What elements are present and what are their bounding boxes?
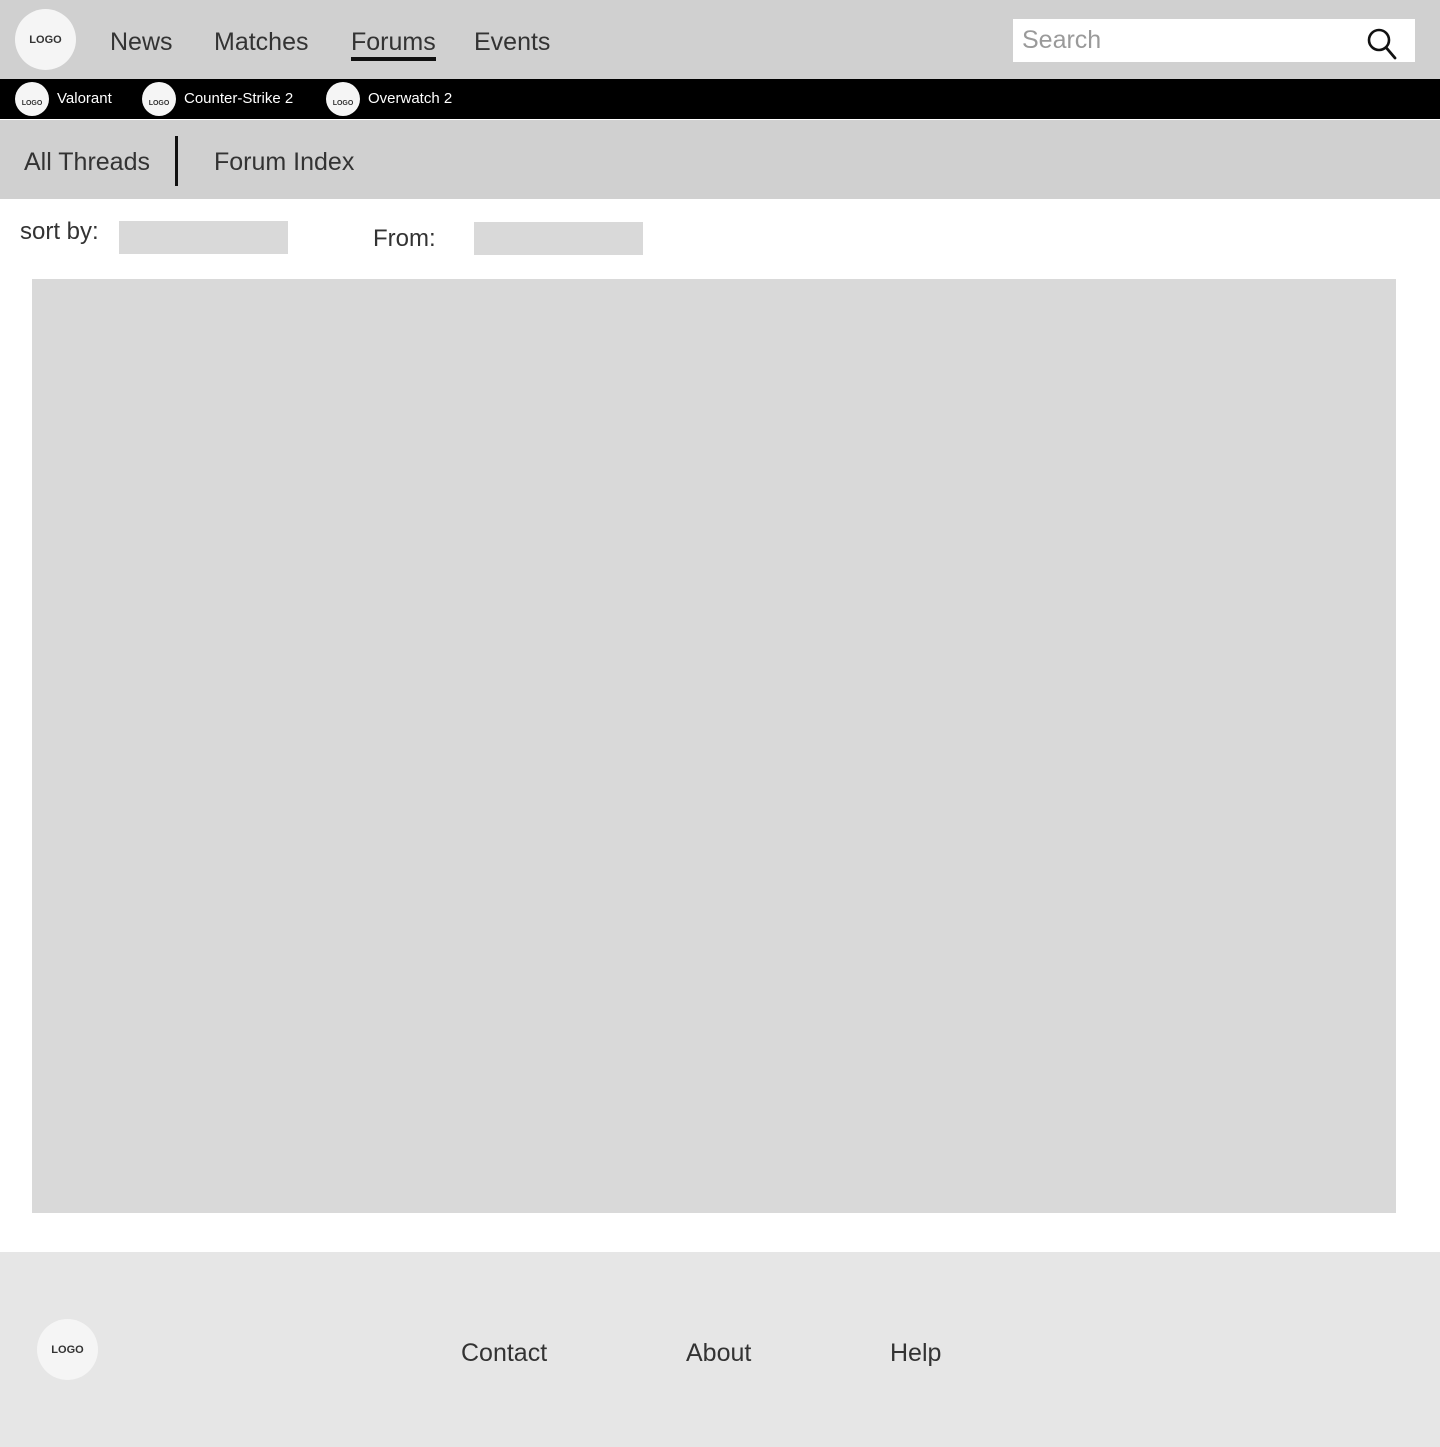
- game-bar: LOGO Valorant LOGO Counter-Strike 2 LOGO…: [0, 79, 1440, 119]
- search-input[interactable]: [1013, 19, 1353, 62]
- sort-by-select[interactable]: [119, 221, 288, 254]
- game-logo: LOGO: [15, 82, 49, 116]
- site-logo[interactable]: LOGO: [15, 9, 76, 70]
- footer-logo[interactable]: LOGO: [37, 1319, 98, 1380]
- game-label: Counter-Strike 2: [184, 90, 294, 107]
- nav-news[interactable]: News: [110, 28, 173, 57]
- thread-list-area: [32, 279, 1396, 1213]
- footer: LOGO Contact About Help: [0, 1252, 1440, 1447]
- footer-link-about[interactable]: About: [686, 1339, 751, 1368]
- search-icon[interactable]: [1367, 28, 1397, 60]
- sort-by-label: sort by:: [20, 218, 99, 245]
- tab-divider: [175, 136, 178, 186]
- tab-forum-index[interactable]: Forum Index: [214, 148, 354, 177]
- game-label: Valorant: [57, 90, 112, 107]
- game-label: Overwatch 2: [368, 90, 453, 107]
- top-header: LOGO News Matches Forums Events: [0, 0, 1440, 79]
- nav-matches[interactable]: Matches: [214, 28, 308, 57]
- game-logo: LOGO: [326, 82, 360, 116]
- from-label: From:: [373, 225, 436, 252]
- forum-tabs: All Threads Forum Index: [0, 120, 1440, 199]
- game-logo: LOGO: [142, 82, 176, 116]
- tab-all-threads[interactable]: All Threads: [24, 148, 150, 177]
- from-select[interactable]: [474, 222, 643, 255]
- nav-forums[interactable]: Forums: [351, 28, 436, 61]
- nav-events[interactable]: Events: [474, 28, 550, 57]
- footer-link-help[interactable]: Help: [890, 1339, 941, 1368]
- footer-link-contact[interactable]: Contact: [461, 1339, 547, 1368]
- search-box: [1013, 19, 1415, 62]
